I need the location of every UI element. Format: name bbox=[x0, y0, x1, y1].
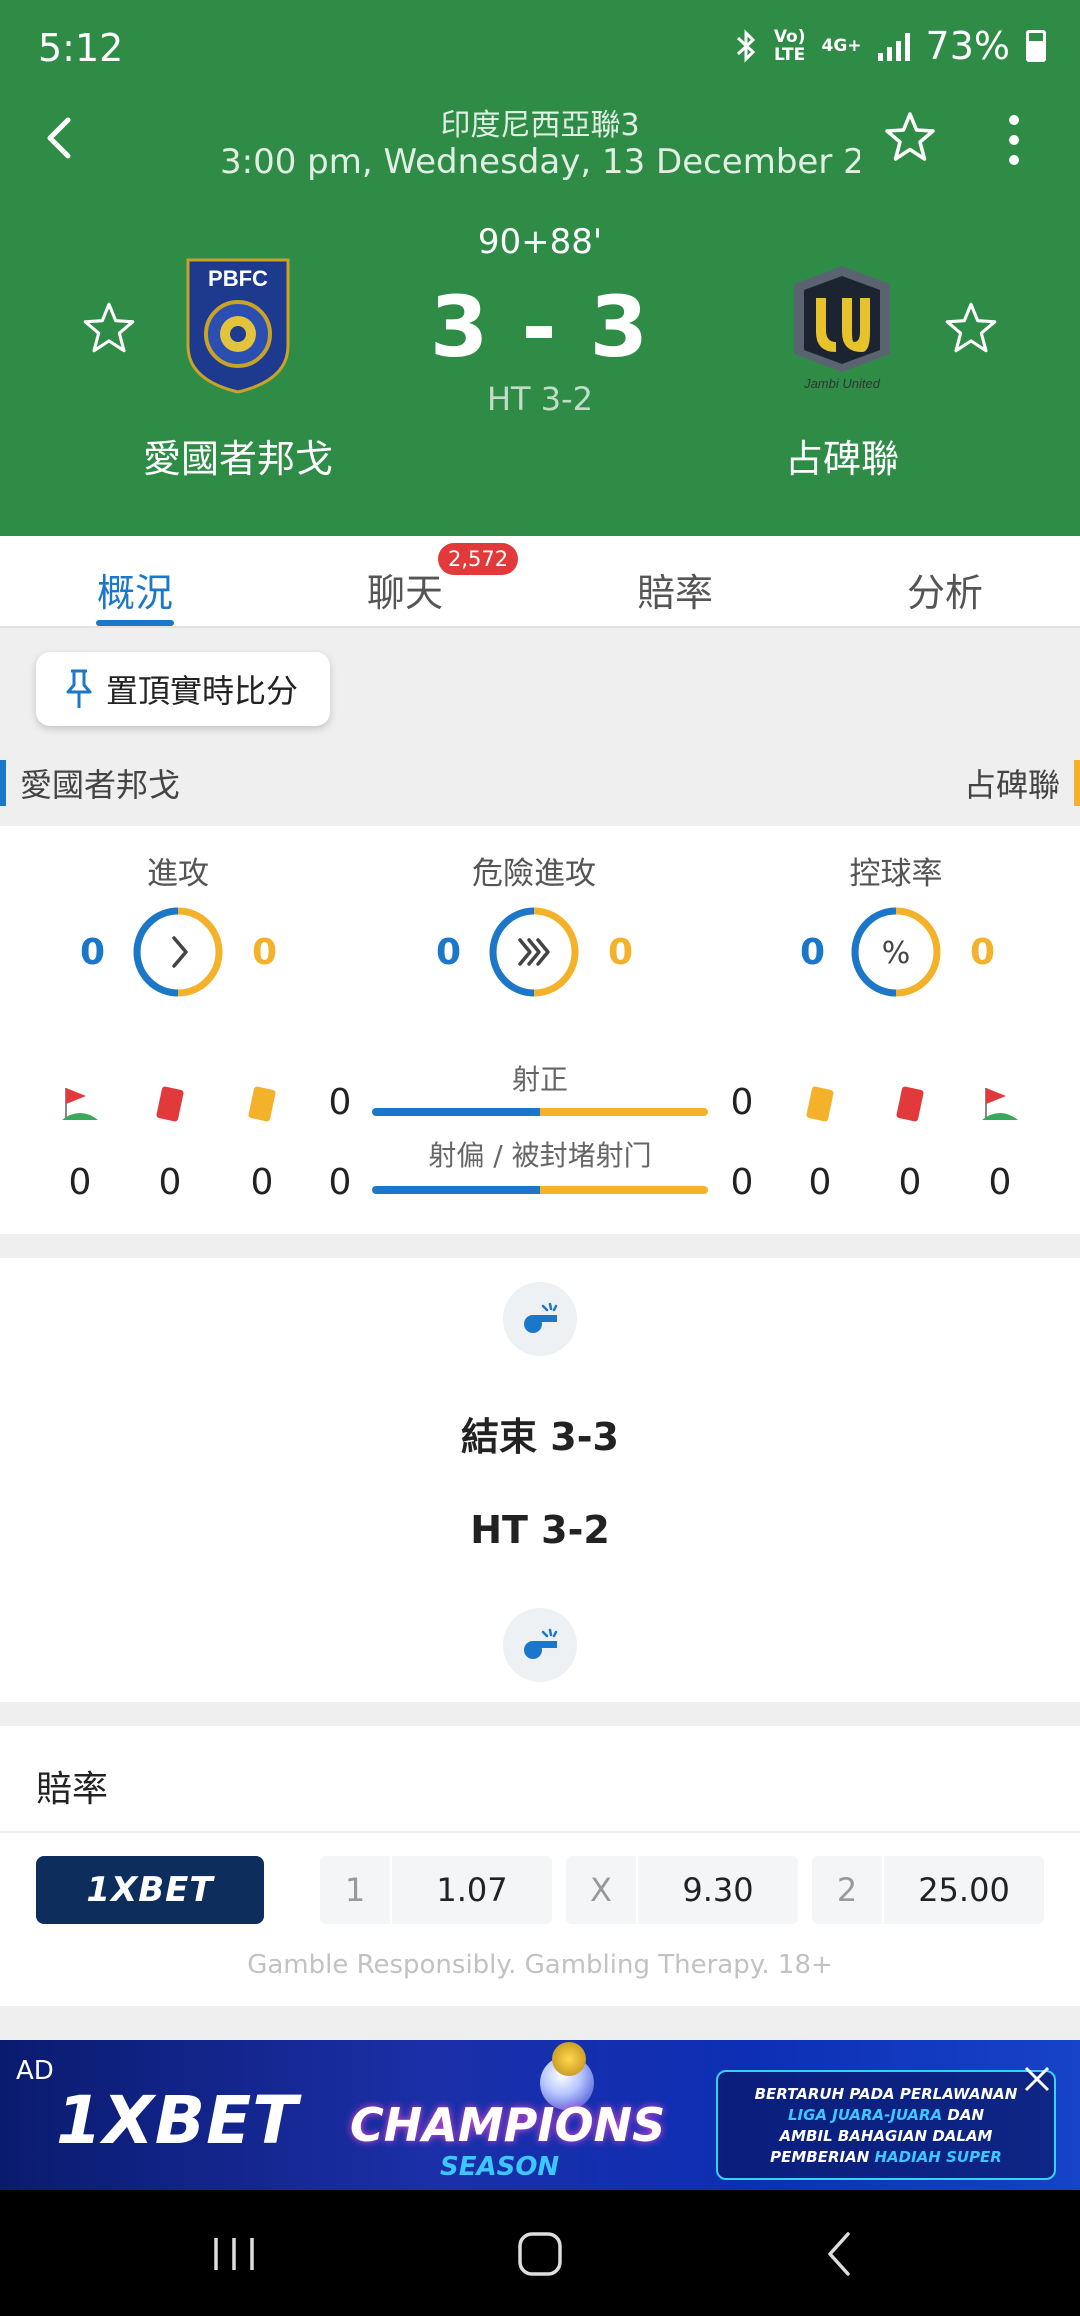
home-red-cards: 0 bbox=[158, 1162, 182, 1203]
favorite-star-icon[interactable] bbox=[880, 108, 940, 168]
away-yellow-cards: 0 bbox=[808, 1162, 832, 1203]
possession-away: 0 bbox=[970, 932, 996, 973]
odds-title: 賠率 bbox=[36, 1769, 109, 1810]
away-red-card-icon bbox=[896, 1086, 924, 1122]
away-red-cards: 0 bbox=[898, 1162, 922, 1203]
whistle-icon bbox=[503, 1608, 577, 1682]
odds-card: 賠率 1XBET 1 1.07 X 9.30 2 25.00 Gamble Re… bbox=[0, 1726, 1080, 2006]
home-corners: 0 bbox=[68, 1162, 92, 1203]
dangerous-attacks-label: 危險進攻 bbox=[472, 856, 596, 892]
shots-on-away-fill bbox=[540, 1108, 708, 1116]
network-4g-indicator: 4G+ bbox=[821, 36, 862, 56]
match-datetime: 3:00 pm, Wednesday, 13 December 2... bbox=[220, 142, 860, 182]
shots-on-away: 0 bbox=[730, 1082, 754, 1123]
ad-ball-graphic bbox=[552, 2042, 586, 2076]
shots-off-home-fill bbox=[372, 1186, 540, 1194]
battery-percent: 73% bbox=[925, 24, 1010, 68]
shots-on-label: 射正 bbox=[511, 1063, 568, 1096]
full-time-event: 結束 3-3 bbox=[461, 1415, 619, 1459]
home-icon[interactable] bbox=[510, 2228, 570, 2280]
home-team-name[interactable]: 愛國者邦戈 bbox=[58, 428, 418, 483]
recent-apps-icon[interactable] bbox=[204, 2228, 264, 2280]
pin-icon bbox=[66, 669, 92, 708]
shots-off-away: 0 bbox=[730, 1162, 754, 1203]
away-yellow-card-icon bbox=[806, 1086, 834, 1122]
away-corners: 0 bbox=[988, 1162, 1012, 1203]
tab-bar: 概況 聊天 賠率 分析 bbox=[0, 536, 1080, 628]
shots-off-away-fill bbox=[540, 1186, 708, 1194]
home-red-card-icon bbox=[156, 1086, 184, 1122]
shots-on-home-fill bbox=[372, 1108, 540, 1116]
stats-card: 進攻 0 0 危險進攻 0 0 控球率 0 % 0 0 射正 0 0 0 0 0… bbox=[0, 826, 1080, 1234]
ad-brand-logo: 1XBET bbox=[56, 2082, 299, 2159]
bluetooth-icon bbox=[736, 29, 755, 63]
possession-label: 控球率 bbox=[849, 856, 943, 892]
pin-label: 置頂實時比分 bbox=[106, 672, 299, 710]
battery-icon bbox=[1026, 30, 1046, 62]
ad-banner[interactable]: AD 1XBET CHAMPIONS SEASON BERTARUH PADA … bbox=[0, 2040, 1080, 2190]
odds-away[interactable]: 2 25.00 bbox=[812, 1856, 1044, 1924]
whistle-icon bbox=[503, 1282, 577, 1356]
system-navigation-bar bbox=[0, 2190, 1080, 2316]
close-ad-icon[interactable] bbox=[1020, 2062, 1054, 2096]
events-card: 結束 3-3 HT 3-2 bbox=[0, 1258, 1080, 1702]
shots-on-bar bbox=[372, 1108, 708, 1116]
tab-overview[interactable]: 概況 bbox=[0, 536, 270, 626]
team-labels-row: 愛國者邦戈 占碑聯 bbox=[0, 752, 1080, 808]
attacks-ring bbox=[133, 907, 223, 997]
attacks-away: 0 bbox=[252, 932, 278, 973]
shots-off-bar bbox=[372, 1186, 708, 1194]
home-team-label: 愛國者邦戈 bbox=[0, 760, 180, 806]
match-minute: 90+88' bbox=[477, 222, 603, 262]
divider bbox=[0, 1831, 1080, 1833]
attacks-home: 0 bbox=[80, 932, 106, 973]
away-corner-icon bbox=[982, 1088, 1018, 1120]
ad-message-box: BERTARUH PADA PERLAWANAN LIGA JUARA-JUAR… bbox=[716, 2070, 1056, 2180]
away-team-label: 占碑聯 bbox=[964, 760, 1080, 806]
shots-off-home: 0 bbox=[328, 1162, 352, 1203]
ad-headline: CHAMPIONS bbox=[350, 2098, 666, 2152]
odds-away-key: 2 bbox=[812, 1856, 884, 1924]
possession-ring: % bbox=[851, 907, 941, 997]
status-bar: 5:12 Vo) LTE 4G+ 73% bbox=[0, 0, 1080, 96]
dangerous-home: 0 bbox=[436, 932, 462, 973]
half-time-event: HT 3-2 bbox=[470, 1508, 610, 1552]
ad-subheadline: SEASON bbox=[440, 2152, 560, 2182]
tab-analysis[interactable]: 分析 bbox=[810, 536, 1080, 626]
odds-home-value: 1.07 bbox=[436, 1871, 508, 1909]
possession-home: 0 bbox=[800, 932, 826, 973]
odds-home[interactable]: 1 1.07 bbox=[320, 1856, 552, 1924]
half-time-score: HT 3-2 bbox=[486, 380, 594, 418]
status-time: 5:12 bbox=[38, 26, 124, 70]
back-icon[interactable] bbox=[810, 2228, 870, 2280]
away-team-name[interactable]: 占碑聯 bbox=[662, 428, 1022, 483]
svg-text:%: % bbox=[882, 936, 911, 971]
match-header: 5:12 Vo) LTE 4G+ 73% 印度尼西亞聯3 3:00 pm, Wed… bbox=[0, 0, 1080, 536]
signal-icon bbox=[877, 31, 910, 61]
pin-live-score-button[interactable]: 置頂實時比分 bbox=[36, 652, 330, 726]
shots-off-label: 射偏 / 被封堵射门 bbox=[428, 1139, 652, 1172]
home-yellow-card-icon bbox=[248, 1086, 276, 1122]
odds-draw[interactable]: X 9.30 bbox=[566, 1856, 798, 1924]
more-menu-icon[interactable] bbox=[1000, 110, 1028, 170]
match-score: 3 - 3 bbox=[429, 278, 651, 376]
odds-draw-key: X bbox=[566, 1856, 638, 1924]
dangerous-ring bbox=[489, 907, 579, 997]
status-icons: Vo) LTE 4G+ 73% bbox=[734, 24, 1046, 68]
home-yellow-cards: 0 bbox=[250, 1162, 274, 1203]
odds-home-key: 1 bbox=[320, 1856, 392, 1924]
tab-odds[interactable]: 賠率 bbox=[540, 536, 810, 626]
gambling-disclaimer[interactable]: Gamble Responsibly. Gambling Therapy. 18… bbox=[0, 1950, 1080, 1980]
odds-away-value: 25.00 bbox=[918, 1871, 1010, 1909]
ad-tag: AD bbox=[16, 2056, 54, 2086]
shots-on-home: 0 bbox=[328, 1082, 352, 1123]
bookmaker-logo[interactable]: 1XBET bbox=[36, 1856, 264, 1924]
chat-count-badge: 2,572 bbox=[438, 543, 519, 575]
dangerous-away: 0 bbox=[608, 932, 634, 973]
attacks-label: 進攻 bbox=[147, 856, 209, 892]
odds-draw-value: 9.30 bbox=[682, 1871, 754, 1909]
home-corner-icon bbox=[62, 1088, 98, 1120]
volte-indicator: Vo) LTE bbox=[773, 27, 806, 65]
